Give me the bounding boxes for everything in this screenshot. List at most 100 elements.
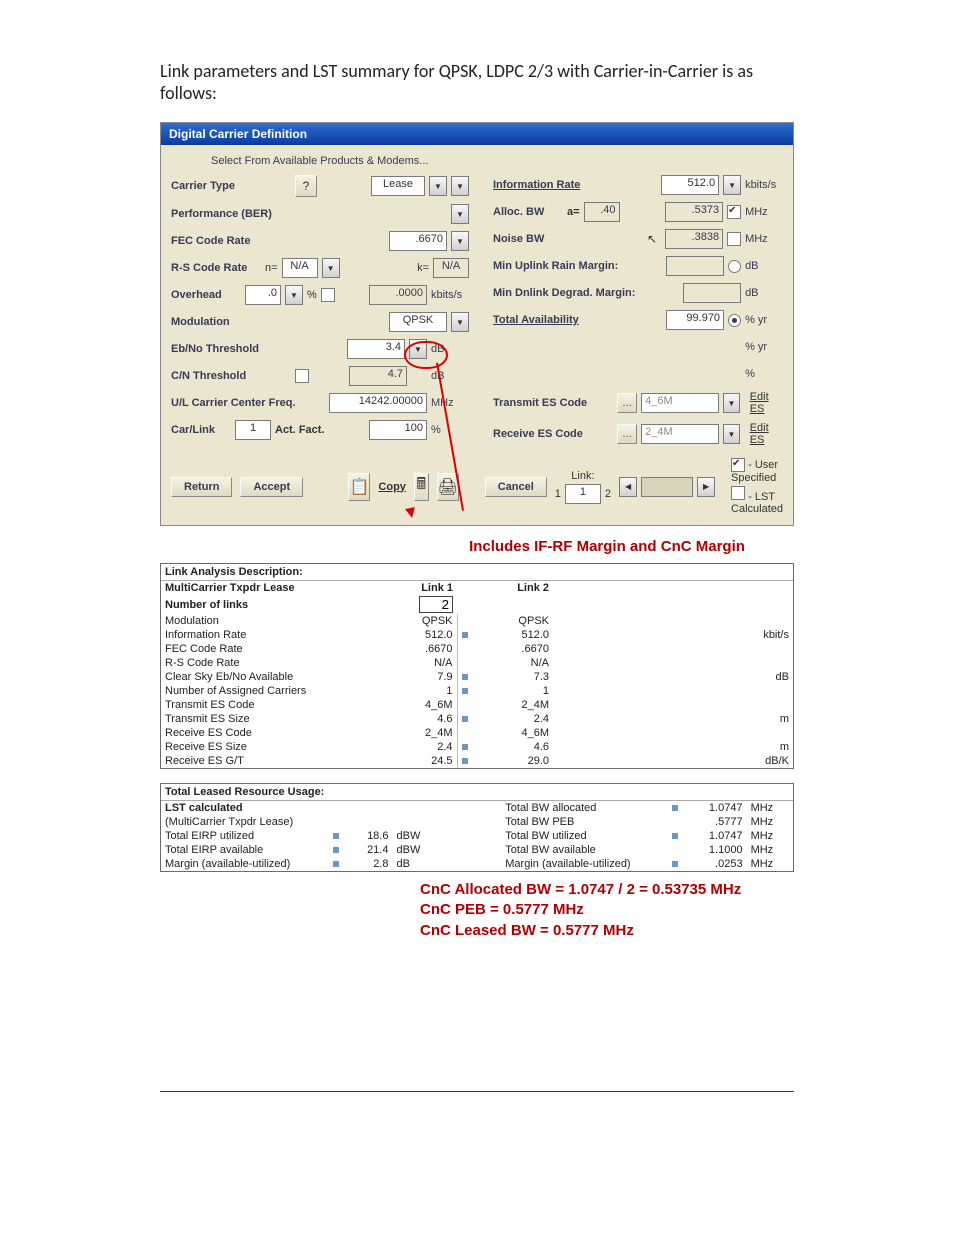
rs-label: R-S Code Rate	[171, 262, 261, 274]
ebno-value[interactable]: 3.4	[347, 339, 405, 359]
modulation-dropdown-icon[interactable]: ▼	[451, 312, 469, 332]
avail-label[interactable]: Total Availability	[493, 314, 643, 326]
lad-col2: Link 2	[475, 581, 553, 595]
tlr-right-label: Total BW utilized	[501, 829, 668, 843]
cn-label: C/N Threshold	[171, 370, 291, 382]
overhead-val2: .0000	[369, 285, 427, 305]
carlink-label: Car/Link	[171, 424, 231, 436]
rx-es-value[interactable]: 2_4M	[641, 424, 719, 444]
cn-value: 4.7	[349, 366, 407, 386]
help-icon[interactable]: ?	[295, 175, 317, 197]
tlr-title: Total Leased Resource Usage:	[161, 784, 793, 801]
tlr-right-label: Margin (available-utilized)	[501, 857, 668, 871]
copy-link[interactable]: Copy	[378, 481, 406, 493]
corner-marker-icon	[462, 744, 468, 750]
overhead-unit2: kbits/s	[431, 289, 469, 301]
intro-text: Link parameters and LST summary for QPSK…	[160, 60, 794, 104]
annot-cnc-allocated: CnC Allocated BW = 1.0747 / 2 = 0.53735 …	[420, 880, 794, 900]
accept-button[interactable]: Accept	[240, 477, 303, 497]
lad-row-label: Transmit ES Code	[161, 698, 379, 712]
rx-es-edit-link[interactable]: Edit ES	[750, 422, 783, 446]
lad-row-v1: 24.5	[379, 754, 457, 768]
tlr-left-unit: dBW	[392, 829, 438, 843]
noise-bw-value: .3838	[665, 229, 723, 249]
cursor-icon: ↖	[647, 232, 657, 246]
calculator-icon[interactable]: 🖩	[414, 473, 429, 501]
tlr-right-val: 1.1000	[686, 843, 747, 857]
fec-dropdown-icon[interactable]: ▼	[451, 231, 469, 251]
dl-margin-unit: dB	[745, 287, 783, 299]
clipboard-icon[interactable]: 📋	[348, 473, 370, 501]
overhead-checkbox[interactable]	[321, 288, 335, 302]
lad-row-v1: 4_6M	[379, 698, 457, 712]
lad-row-v1: QPSK	[379, 614, 457, 628]
carrier-type-dropdown-icon[interactable]: ▼	[429, 176, 447, 196]
lad-row-label: Number of links	[161, 595, 379, 614]
lad-row-label: Transmit ES Size	[161, 712, 379, 726]
rs-n-dropdown-icon[interactable]: ▼	[322, 258, 340, 278]
link-num-input[interactable]: 1	[565, 484, 601, 504]
lad-row-v2: 1	[475, 684, 553, 698]
perf-ber-dropdown-icon[interactable]: ▼	[451, 204, 469, 224]
info-rate-value[interactable]: 512.0	[661, 175, 719, 195]
modulation-value[interactable]: QPSK	[389, 312, 447, 332]
select-products-label[interactable]: Select From Available Products & Modems.…	[171, 151, 783, 175]
carrier-type-options-icon[interactable]: ▼	[451, 176, 469, 196]
rs-n-value[interactable]: N/A	[282, 258, 318, 278]
ebno-label: Eb/No Threshold	[171, 343, 291, 355]
link-scrollbar[interactable]	[641, 477, 693, 497]
carrier-type-value[interactable]: Lease	[371, 176, 425, 196]
link-total: 2	[605, 488, 611, 500]
avail-value[interactable]: 99.970	[666, 310, 724, 330]
cn-unit: dB	[431, 370, 469, 382]
rs-k-value: N/A	[433, 258, 469, 278]
lad-row-unit	[735, 614, 793, 628]
tlr-right-unit: MHz	[747, 857, 793, 871]
cn-checkbox[interactable]	[295, 369, 309, 383]
info-rate-label[interactable]: Information Rate	[493, 179, 643, 191]
lad-row-v1: 7.9	[379, 670, 457, 684]
tx-es-value[interactable]: 4_6M	[641, 393, 719, 413]
link-next-icon[interactable]: ▶	[697, 477, 715, 497]
info-rate-dropdown-icon[interactable]: ▼	[723, 175, 741, 195]
tx-es-dropdown-icon[interactable]: ▼	[723, 393, 740, 413]
rx-es-browse-icon[interactable]: …	[617, 424, 637, 444]
tx-es-browse-icon[interactable]: …	[617, 393, 637, 413]
tlr-right-val: 1.0747	[686, 801, 747, 815]
corner-marker-icon	[672, 861, 678, 867]
alloc-bw-checkbox[interactable]	[727, 205, 741, 219]
tlr-left-val: 2.8	[346, 857, 392, 871]
lad-row-v2: 4_6M	[475, 726, 553, 740]
fec-value[interactable]: .6670	[389, 231, 447, 251]
link-prev-icon[interactable]: ◀	[619, 477, 637, 497]
num-links-input[interactable]	[419, 596, 453, 613]
cancel-button[interactable]: Cancel	[485, 477, 547, 497]
tlr-left-val: 21.4	[346, 843, 392, 857]
lad-row-unit	[735, 656, 793, 670]
ul-margin-radio[interactable]	[728, 260, 741, 273]
corner-marker-icon	[333, 847, 339, 853]
noise-bw-checkbox[interactable]	[727, 232, 741, 246]
tlr-left-label: Total EIRP available	[161, 843, 329, 857]
alloc-bw-value: .5373	[665, 202, 723, 222]
carlink-v2[interactable]: 100	[369, 420, 427, 440]
corner-marker-icon	[462, 716, 468, 722]
tlr-right-label: Total BW available	[501, 843, 668, 857]
overhead-dropdown-icon[interactable]: ▼	[285, 285, 303, 305]
ebno-dropdown-icon[interactable]: ▼	[409, 339, 427, 359]
legend-user-chk	[731, 458, 745, 472]
lad-row-label: Receive ES G/T	[161, 754, 379, 768]
rx-es-dropdown-icon[interactable]: ▼	[723, 424, 740, 444]
print-icon[interactable]: 🖨	[437, 473, 459, 501]
ulfreq-value[interactable]: 14242.00000	[329, 393, 427, 413]
actfact-label: Act. Fact.	[275, 424, 325, 436]
carlink-v1[interactable]: 1	[235, 420, 271, 440]
lad-row-unit	[735, 726, 793, 740]
overhead-pct[interactable]: .0	[245, 285, 281, 305]
tx-es-edit-link[interactable]: Edit ES	[750, 391, 783, 415]
rs-k-label: k=	[417, 262, 429, 274]
lad-row-v2: N/A	[475, 656, 553, 670]
avail-radio[interactable]	[728, 314, 741, 327]
corner-marker-icon	[672, 833, 678, 839]
return-button[interactable]: Return	[171, 477, 232, 497]
